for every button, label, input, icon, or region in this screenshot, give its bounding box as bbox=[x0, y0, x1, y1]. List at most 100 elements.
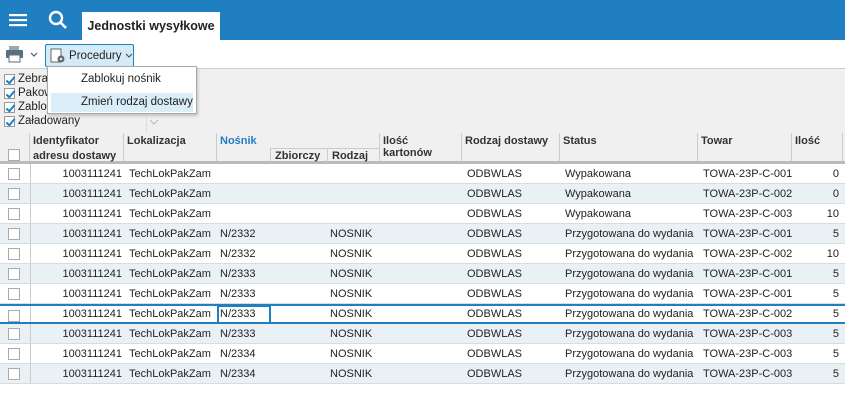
cell-status[interactable]: Przygotowana do wydania bbox=[565, 364, 698, 383]
cell-status[interactable]: Przygotowana do wydania bbox=[565, 324, 698, 343]
cell-ilosc[interactable]: 5 bbox=[792, 284, 839, 303]
cell-rodzaj[interactable]: NOSNIK bbox=[330, 244, 380, 263]
cell-rodzaj[interactable]: NOSNIK bbox=[330, 364, 380, 383]
cell-nosnik[interactable] bbox=[220, 164, 270, 183]
table-row[interactable]: 1003111241 TechLokPakZam N/2333 NOSNIK ODBWL… bbox=[0, 264, 845, 284]
column-header-rodzaj[interactable]: Rodzaj bbox=[327, 148, 380, 162]
procedures-button[interactable]: Procedury bbox=[45, 44, 134, 67]
cell-towar[interactable]: TOWA-23P-C-003 bbox=[703, 344, 792, 363]
cell-rodzaj[interactable] bbox=[330, 164, 380, 183]
checkbox[interactable] bbox=[4, 115, 15, 127]
cell-status[interactable]: Wypakowana bbox=[565, 184, 698, 203]
cell-rodzaj-dostawy[interactable]: ODBWLAS bbox=[467, 284, 560, 303]
cell-rodzaj-dostawy[interactable]: ODBWLAS bbox=[467, 324, 560, 343]
cell-lokalizacja[interactable]: TechLokPakZam bbox=[129, 244, 217, 263]
print-button[interactable] bbox=[6, 45, 42, 63]
filter-pakowany[interactable]: Pakow bbox=[4, 86, 53, 100]
cell-ilosc[interactable]: 5 bbox=[792, 224, 839, 243]
cell-identyfikator[interactable]: 1003111241 bbox=[30, 224, 122, 243]
cell-lokalizacja[interactable]: TechLokPakZam bbox=[129, 264, 217, 283]
cell-rodzaj-dostawy[interactable]: ODBWLAS bbox=[467, 306, 560, 322]
column-header-lokalizacja[interactable]: Lokalizacja bbox=[124, 133, 217, 161]
cell-ilosc[interactable]: 10 bbox=[792, 204, 839, 223]
cell-ilosc[interactable]: 5 bbox=[792, 306, 839, 322]
filter-zablokowany[interactable]: Zablo bbox=[4, 100, 47, 114]
cell-nosnik[interactable] bbox=[220, 204, 270, 223]
cell-lokalizacja[interactable]: TechLokPakZam bbox=[129, 364, 217, 383]
cell-ilosc[interactable]: 5 bbox=[792, 324, 839, 343]
cell-nosnik[interactable]: N/2334 bbox=[220, 344, 270, 363]
row-checkbox[interactable] bbox=[8, 208, 20, 220]
cell-rodzaj-dostawy[interactable]: ODBWLAS bbox=[467, 244, 560, 263]
menu-item-zmien-rodzaj-dostawy[interactable]: Zmień rodzaj dostawy bbox=[51, 93, 193, 112]
cell-identyfikator[interactable]: 1003111241 bbox=[30, 164, 122, 183]
cell-identyfikator[interactable]: 1003111241 bbox=[30, 264, 122, 283]
cell-identyfikator[interactable]: 1003111241 bbox=[30, 284, 122, 303]
column-header-zbiorczy[interactable]: Zbiorczy bbox=[270, 148, 327, 162]
cell-rodzaj[interactable]: NOSNIK bbox=[330, 306, 380, 322]
cell-nosnik[interactable]: N/2332 bbox=[220, 224, 270, 243]
cell-status[interactable]: Przygotowana do wydania bbox=[565, 284, 698, 303]
column-header-rodzaj-dostawy[interactable]: Rodzaj dostawy bbox=[462, 133, 560, 161]
cell-towar[interactable]: TOWA-23P-C-001 bbox=[703, 164, 792, 183]
tab-jednostki-wysylkowe[interactable]: Jednostki wysyłkowe bbox=[82, 12, 220, 40]
column-header-ilosc[interactable]: Ilość bbox=[792, 133, 843, 161]
table-row[interactable]: 1003111241 TechLokPakZam ODBWLAS Wypakowana… bbox=[0, 204, 845, 224]
cell-towar[interactable]: TOWA-23P-C-001 bbox=[703, 264, 792, 283]
cell-rodzaj[interactable]: NOSNIK bbox=[330, 344, 380, 363]
table-row[interactable]: 1003111241 TechLokPakZam N/2333 NOSNIK ODBWL… bbox=[0, 284, 845, 304]
column-header-ilosc-kartonow[interactable]: Ilość kartonów bbox=[380, 133, 462, 161]
cell-status[interactable]: Przygotowana do wydania bbox=[565, 306, 698, 322]
cell-ilosc[interactable]: 5 bbox=[792, 344, 839, 363]
search-icon[interactable] bbox=[46, 8, 70, 32]
row-checkbox[interactable] bbox=[8, 248, 20, 260]
row-checkbox[interactable] bbox=[8, 228, 20, 240]
cell-lokalizacja[interactable]: TechLokPakZam bbox=[129, 284, 217, 303]
row-checkbox[interactable] bbox=[8, 310, 20, 322]
cell-ilosc[interactable]: 0 bbox=[792, 184, 839, 203]
row-checkbox[interactable] bbox=[8, 368, 20, 380]
cell-nosnik[interactable]: N/2333 bbox=[220, 284, 270, 303]
cell-nosnik[interactable]: N/2334 bbox=[220, 364, 270, 383]
filter-zebrany[interactable]: Zebra bbox=[4, 72, 48, 86]
cell-rodzaj-dostawy[interactable]: ODBWLAS bbox=[467, 264, 560, 283]
cell-ilosc[interactable]: 5 bbox=[792, 364, 839, 383]
cell-status[interactable]: Wypakowana bbox=[565, 164, 698, 183]
column-header-status[interactable]: Status bbox=[560, 133, 698, 161]
select-all-checkbox[interactable] bbox=[8, 149, 20, 161]
cell-status[interactable]: Wypakowana bbox=[565, 204, 698, 223]
cell-towar[interactable]: TOWA-23P-C-001 bbox=[703, 224, 792, 243]
menu-item-zablokuj-nosnik[interactable]: Zablokuj nośnik bbox=[51, 70, 193, 89]
row-checkbox[interactable] bbox=[8, 348, 20, 360]
cell-lokalizacja[interactable]: TechLokPakZam bbox=[129, 204, 217, 223]
row-checkbox[interactable] bbox=[8, 168, 20, 180]
checkbox[interactable] bbox=[4, 101, 15, 113]
cell-rodzaj-dostawy[interactable]: ODBWLAS bbox=[467, 184, 560, 203]
cell-ilosc[interactable]: 5 bbox=[792, 264, 839, 283]
row-checkbox[interactable] bbox=[8, 288, 20, 300]
table-row[interactable]: 1003111241 TechLokPakZam ODBWLAS Wypakowana… bbox=[0, 164, 845, 184]
cell-status[interactable]: Przygotowana do wydania bbox=[565, 264, 698, 283]
filter-zaladowany[interactable]: Załadowany bbox=[4, 114, 80, 128]
cell-towar[interactable]: TOWA-23P-C-003 bbox=[703, 324, 792, 343]
cell-status[interactable]: Przygotowana do wydania bbox=[565, 344, 698, 363]
cell-status[interactable]: Przygotowana do wydania bbox=[565, 244, 698, 263]
cell-towar[interactable]: TOWA-23P-C-003 bbox=[703, 364, 792, 383]
cell-nosnik[interactable]: N/2332 bbox=[220, 244, 270, 263]
cell-ilosc[interactable]: 10 bbox=[792, 244, 839, 263]
cell-identyfikator[interactable]: 1003111241 bbox=[30, 324, 122, 343]
table-row-selected[interactable]: 1003111241 TechLokPakZam N/2333 NOSNIK ODBWL… bbox=[0, 304, 845, 324]
cell-rodzaj-dostawy[interactable]: ODBWLAS bbox=[467, 164, 560, 183]
cell-ilosc[interactable]: 0 bbox=[792, 164, 839, 183]
cell-rodzaj[interactable]: NOSNIK bbox=[330, 264, 380, 283]
cell-rodzaj-dostawy[interactable]: ODBWLAS bbox=[467, 364, 560, 383]
filter-scrollbar[interactable] bbox=[146, 117, 161, 133]
cell-identyfikator[interactable]: 1003111241 bbox=[30, 184, 122, 203]
cell-lokalizacja[interactable]: TechLokPakZam bbox=[129, 324, 217, 343]
cell-towar[interactable]: TOWA-23P-C-003 bbox=[703, 204, 792, 223]
cell-identyfikator[interactable]: 1003111241 bbox=[30, 204, 122, 223]
checkbox[interactable] bbox=[4, 73, 15, 85]
cell-towar[interactable]: TOWA-23P-C-002 bbox=[703, 306, 792, 322]
row-checkbox[interactable] bbox=[8, 188, 20, 200]
cell-rodzaj[interactable]: NOSNIK bbox=[330, 224, 380, 243]
